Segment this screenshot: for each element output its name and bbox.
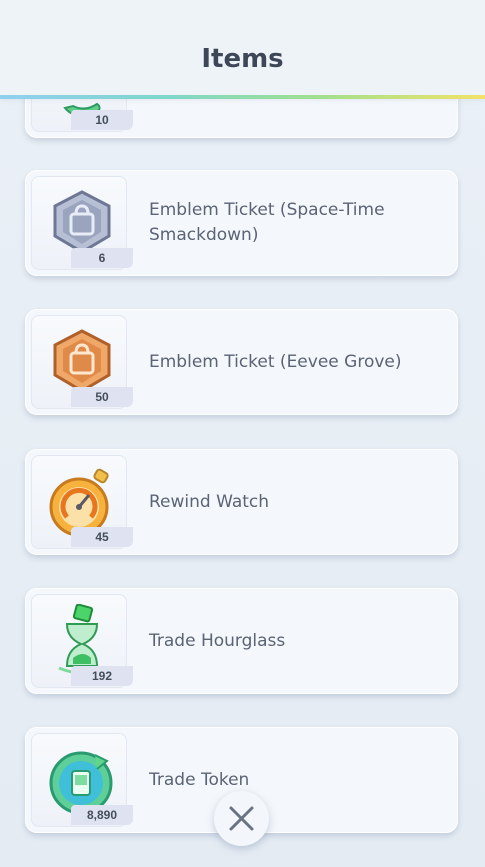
item-name: Emblem Ticket (Eevee Grove) bbox=[149, 351, 402, 372]
item-card[interactable]: 50 Emblem Ticket (Eevee Grove) bbox=[25, 309, 458, 415]
item-thumbnail: 50 bbox=[31, 315, 133, 409]
item-name: Trade Token bbox=[149, 769, 250, 790]
close-icon bbox=[229, 806, 254, 831]
close-button[interactable] bbox=[214, 791, 269, 846]
item-thumbnail: 8,890 bbox=[31, 733, 133, 827]
item-quantity: 50 bbox=[71, 387, 133, 407]
item-quantity: 6 bbox=[71, 248, 133, 268]
item-name: Rewind Watch bbox=[149, 491, 270, 512]
item-name: Trade Hourglass bbox=[149, 630, 286, 651]
item-card[interactable]: 6 Emblem Ticket (Space-Time Smackdown) bbox=[25, 170, 458, 276]
header-accent-bar bbox=[0, 95, 485, 99]
item-name: Emblem Ticket (Space-Time Smackdown) bbox=[149, 200, 385, 245]
item-card[interactable]: 45 Rewind Watch bbox=[25, 449, 458, 555]
item-quantity: 10 bbox=[71, 110, 133, 130]
item-card[interactable]: 192 Trade Hourglass bbox=[25, 588, 458, 694]
item-thumbnail: 45 bbox=[31, 455, 133, 549]
item-thumbnail: 6 bbox=[31, 176, 133, 270]
item-quantity: 45 bbox=[71, 527, 133, 547]
item-quantity: 8,890 bbox=[71, 805, 133, 825]
page-title: Items bbox=[201, 44, 284, 74]
item-list: 10 6 Emblem Ticket (Space-Time Smackdown… bbox=[0, 0, 485, 867]
item-quantity: 192 bbox=[71, 666, 133, 686]
item-thumbnail: 192 bbox=[31, 594, 133, 688]
header: Items bbox=[0, 0, 485, 96]
